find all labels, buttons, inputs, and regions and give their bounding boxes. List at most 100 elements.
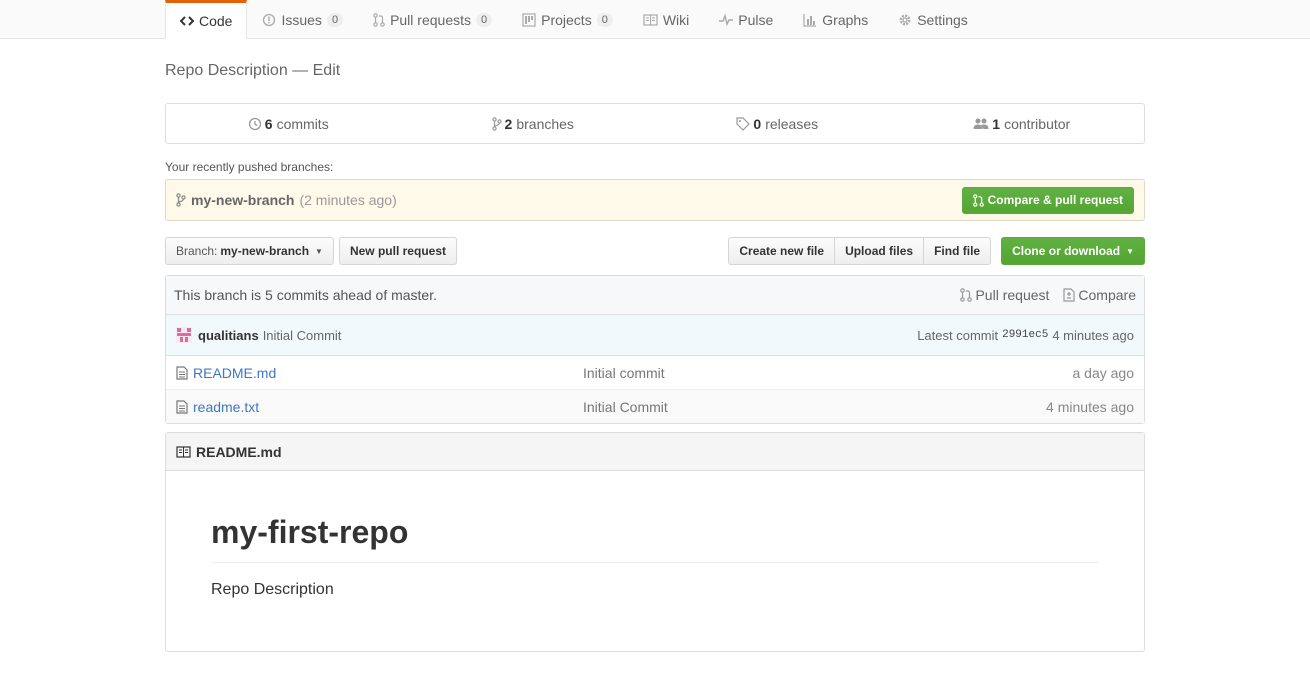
- tab-pulse[interactable]: Pulse: [704, 0, 788, 38]
- upload-files-button[interactable]: Upload files: [834, 237, 925, 265]
- file-name-link[interactable]: readme.txt: [193, 399, 259, 415]
- table-row: readme.txt Initial Commit 4 minutes ago: [166, 390, 1144, 423]
- file-name-cell: README.md: [176, 365, 583, 381]
- recent-branches-label: Your recently pushed branches:: [165, 160, 334, 174]
- pull-request-link[interactable]: Pull request: [960, 287, 1049, 303]
- repo-tabs: Code Issues 0 Pull requests 0 Projects 0…: [165, 0, 983, 39]
- pull-request-icon: [960, 288, 973, 302]
- contributors-summary[interactable]: 1 contributor: [900, 104, 1145, 143]
- compare-pull-request-button[interactable]: Compare & pull request: [961, 186, 1134, 214]
- file-name-link[interactable]: README.md: [193, 365, 276, 381]
- pulse-icon: [719, 13, 734, 27]
- caret-down-icon: ▼: [1126, 246, 1134, 256]
- branch-prefix: Branch:: [176, 244, 218, 258]
- latest-commit-label: Latest commit: [917, 327, 999, 343]
- pull-request-icon: [972, 193, 984, 207]
- recent-branch-name[interactable]: my-new-branch: [191, 192, 294, 208]
- readme-filename: README.md: [196, 443, 282, 460]
- tab-issues[interactable]: Issues 0: [247, 0, 358, 38]
- find-file-button[interactable]: Find file: [923, 237, 992, 265]
- releases-label: releases: [765, 115, 819, 132]
- diff-icon: [1063, 288, 1076, 302]
- pull-request-link-label: Pull request: [975, 287, 1050, 303]
- edit-description-link[interactable]: Edit: [313, 62, 341, 79]
- file-toolbar: Branch: my-new-branch ▼ New pull request…: [165, 237, 1145, 265]
- history-icon: [248, 117, 261, 130]
- readme-content: my-first-repo Repo Description: [166, 514, 1144, 599]
- branches-count: 2: [504, 115, 513, 132]
- file-name-cell: readme.txt: [176, 399, 583, 415]
- tab-label: Wiki: [662, 12, 690, 28]
- tab-pull-requests[interactable]: Pull requests 0: [358, 0, 507, 38]
- tab-label: Pull requests: [390, 12, 471, 28]
- releases-summary[interactable]: 0 releases: [655, 104, 900, 143]
- branch-status-bar: This branch is 5 commits ahead of master…: [166, 276, 1144, 315]
- code-icon: [180, 14, 194, 28]
- book-icon: [176, 445, 191, 458]
- file-age: 4 minutes ago: [1046, 398, 1134, 415]
- create-new-file-button[interactable]: Create new file: [728, 237, 836, 265]
- file-icon: [176, 399, 188, 414]
- branch-status-links: Pull request Compare: [960, 287, 1136, 303]
- clone-download-button[interactable]: Clone or download ▼: [1001, 237, 1145, 265]
- commit-time: 4 minutes ago: [1052, 327, 1134, 343]
- file-age: a day ago: [1072, 364, 1135, 381]
- tab-label: Settings: [917, 12, 968, 28]
- branch-select-name: my-new-branch: [220, 244, 310, 258]
- repo-description: Repo Description — Edit: [165, 62, 1145, 80]
- readme-heading: my-first-repo: [211, 514, 1099, 564]
- tab-label: Projects: [541, 12, 592, 28]
- new-pull-request-button[interactable]: New pull request: [338, 237, 457, 265]
- tab-label: Pulse: [738, 12, 774, 28]
- table-row: README.md Initial commit a day ago: [166, 356, 1144, 390]
- file-actions-group: Create new file Upload files Find file: [728, 237, 992, 265]
- file-icon: [176, 365, 188, 380]
- commits-summary[interactable]: 6 commits: [166, 104, 411, 143]
- people-icon: [973, 118, 989, 129]
- pull-requests-counter: 0: [476, 13, 493, 27]
- tab-wiki[interactable]: Wiki: [628, 0, 704, 38]
- file-commit-message[interactable]: Initial commit: [583, 365, 1073, 381]
- compare-link[interactable]: Compare: [1063, 287, 1136, 303]
- tab-settings[interactable]: Settings: [883, 0, 983, 38]
- gear-icon: [898, 13, 912, 27]
- book-icon: [643, 13, 658, 27]
- avatar[interactable]: [176, 327, 192, 343]
- readme-panel: README.md my-first-repo Repo Description: [165, 432, 1145, 652]
- branches-summary[interactable]: 2 branches: [411, 104, 656, 143]
- contributors-count: 1: [992, 115, 1001, 132]
- commit-sha[interactable]: 2991ec5: [1002, 329, 1048, 341]
- file-navigation: This branch is 5 commits ahead of master…: [165, 275, 1145, 424]
- file-commit-message[interactable]: Initial Commit: [583, 399, 1046, 415]
- tab-graphs[interactable]: Graphs: [788, 0, 883, 38]
- tab-label: Issues: [281, 12, 322, 28]
- issues-counter: 0: [326, 13, 344, 27]
- tab-projects[interactable]: Projects 0: [507, 0, 628, 38]
- readme-text: Repo Description: [211, 581, 334, 599]
- compare-pull-request-label: Compare & pull request: [987, 193, 1123, 207]
- recent-branch-time: (2 minutes ago): [299, 192, 397, 208]
- recent-branch-banner: my-new-branch (2 minutes ago) Compare & …: [165, 179, 1145, 221]
- branches-label: branches: [516, 115, 574, 132]
- caret-down-icon: ▼: [315, 246, 323, 256]
- readme-header: README.md: [166, 433, 1144, 471]
- project-icon: [522, 13, 536, 27]
- tab-code[interactable]: Code: [165, 0, 248, 39]
- tag-icon: [736, 116, 751, 131]
- commits-label: commits: [276, 115, 329, 132]
- branch-select[interactable]: Branch: my-new-branch ▼: [165, 237, 334, 265]
- clone-download-label: Clone or download: [1012, 244, 1121, 258]
- commit-author[interactable]: qualitians: [198, 328, 259, 343]
- tab-label: Graphs: [822, 12, 869, 28]
- issue-icon: [262, 13, 276, 27]
- branch-icon: [176, 193, 186, 207]
- releases-count: 0: [753, 115, 762, 132]
- repo-summary: 6 commits 2 branches 0 releases 1 contri…: [165, 103, 1145, 144]
- latest-commit-bar: qualitians Initial Commit Latest commit …: [166, 315, 1144, 356]
- ahead-text: This branch is 5 commits ahead of master…: [174, 287, 437, 303]
- commit-message[interactable]: Initial Commit: [263, 328, 342, 343]
- commits-count: 6: [264, 115, 273, 132]
- pull-request-icon: [373, 13, 385, 27]
- edit-separator: —: [287, 62, 313, 79]
- branch-icon: [491, 116, 502, 131]
